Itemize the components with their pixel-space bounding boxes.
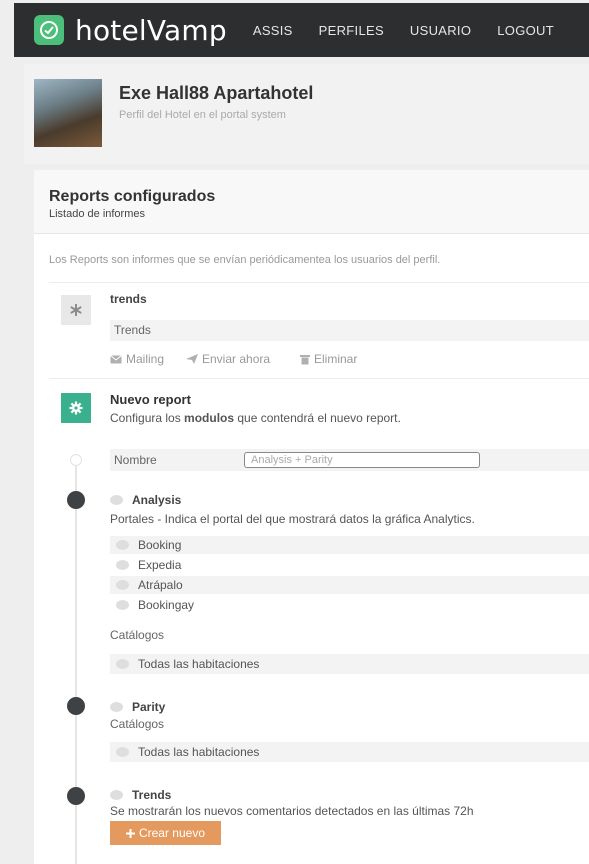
timeline-step-analysis <box>67 491 85 509</box>
divider <box>49 282 589 283</box>
envelope-icon <box>110 354 122 363</box>
existing-report-name: trends <box>110 292 147 306</box>
reports-panel: Reports configurados Listado de informes… <box>34 170 589 864</box>
radio[interactable] <box>116 540 129 550</box>
parity-title: Parity <box>132 700 166 714</box>
mailing-link[interactable]: Mailing <box>110 352 164 366</box>
report-name-input[interactable] <box>244 452 480 468</box>
timeline-step-parity <box>67 697 85 715</box>
reports-panel-header: Reports configurados Listado de informes <box>34 170 589 234</box>
create-new-button[interactable]: Crear nuevo <box>110 821 221 845</box>
portal-label: Bookingay <box>138 598 195 612</box>
check-circle-icon[interactable] <box>34 15 64 45</box>
portal-label: Atrápalo <box>138 578 183 592</box>
analysis-radio[interactable] <box>110 495 123 505</box>
reports-subtitle: Listado de informes <box>49 208 145 220</box>
catalog-option-label: Todas las habitaciones <box>138 745 260 759</box>
radio[interactable] <box>116 560 129 570</box>
send-now-link[interactable]: Enviar ahora <box>186 352 270 366</box>
parity-catalog-option[interactable]: Todas las habitaciones <box>116 745 259 759</box>
desc-bold: modulos <box>184 411 235 425</box>
create-new-label: Crear nuevo <box>138 826 206 840</box>
hotel-profile-card: Exe Hall88 Apartahotel Perfil del Hotel … <box>24 64 589 164</box>
trends-toggle[interactable]: Trends <box>110 788 171 802</box>
plus-icon <box>125 828 135 838</box>
portal-option-expedia[interactable]: Expedia <box>116 558 181 572</box>
gear-icon <box>61 393 91 423</box>
trends-description: Se mostrarán los nuevos comentarios dete… <box>110 804 474 818</box>
timeline-step-empty <box>70 454 82 466</box>
top-navbar: hotelVamp ASSIS PERFILES USUARIO LOGOUT <box>14 3 589 57</box>
delete-label: Eliminar <box>314 352 358 366</box>
main-nav: ASSIS PERFILES USUARIO LOGOUT <box>243 23 554 38</box>
portal-label: Booking <box>138 538 182 552</box>
parity-radio[interactable] <box>110 702 123 712</box>
reports-intro: Los Reports son informes que se envían p… <box>49 254 441 266</box>
catalog-option-label: Todas las habitaciones <box>138 657 260 671</box>
radio[interactable] <box>116 747 129 757</box>
trends-radio[interactable] <box>110 790 123 800</box>
hotel-subtitle: Perfil del Hotel en el portal system <box>119 109 286 121</box>
nav-item-usuario[interactable]: USUARIO <box>410 23 471 38</box>
parity-catalog-label: Catálogos <box>110 717 165 731</box>
analysis-catalog-label: Catálogos <box>110 628 165 642</box>
new-report-description: Configura los modulos que contendrá el n… <box>110 411 401 425</box>
existing-report-module: Trends <box>114 323 151 337</box>
desc-suffix: que contendrá el nuevo report. <box>234 411 401 425</box>
portal-row <box>110 536 589 554</box>
delete-link[interactable]: Eliminar <box>300 352 357 366</box>
nav-item-logout[interactable]: LOGOUT <box>497 23 554 38</box>
send-now-label: Enviar ahora <box>202 352 271 366</box>
trends-title: Trends <box>132 788 172 802</box>
name-label: Nombre <box>114 453 157 467</box>
radio[interactable] <box>116 659 129 669</box>
parity-toggle[interactable]: Parity <box>110 700 165 714</box>
desc-prefix: Configura los <box>110 411 185 425</box>
analysis-description: Portales - Indica el portal del que most… <box>110 512 475 526</box>
nav-item-perfiles[interactable]: PERFILES <box>319 23 384 38</box>
mailing-label: Mailing <box>126 352 165 366</box>
new-report-title: Nuevo report <box>110 392 191 407</box>
hotel-photo <box>34 79 102 147</box>
analysis-catalog-option[interactable]: Todas las habitaciones <box>116 657 259 671</box>
portal-option-atrapalo[interactable]: Atrápalo <box>116 578 183 592</box>
radio[interactable] <box>116 600 129 610</box>
analysis-title: Analysis <box>132 493 182 507</box>
reports-title: Reports configurados <box>49 188 216 205</box>
timeline-step-trends <box>67 787 85 805</box>
portal-label: Expedia <box>138 558 182 572</box>
existing-report-module-row <box>110 320 589 341</box>
trash-icon <box>300 354 310 364</box>
paper-plane-icon <box>186 354 198 364</box>
radio[interactable] <box>116 580 129 590</box>
divider <box>49 378 589 379</box>
brand-name[interactable]: hotelVamp <box>75 14 227 47</box>
analysis-toggle[interactable]: Analysis <box>110 493 181 507</box>
nav-item-assis[interactable]: ASSIS <box>253 23 293 38</box>
hotel-name: Exe Hall88 Apartahotel <box>119 83 314 103</box>
portal-option-booking[interactable]: Booking <box>116 538 181 552</box>
asterisk-icon <box>61 295 91 325</box>
portal-option-bookingay[interactable]: Bookingay <box>116 598 194 612</box>
